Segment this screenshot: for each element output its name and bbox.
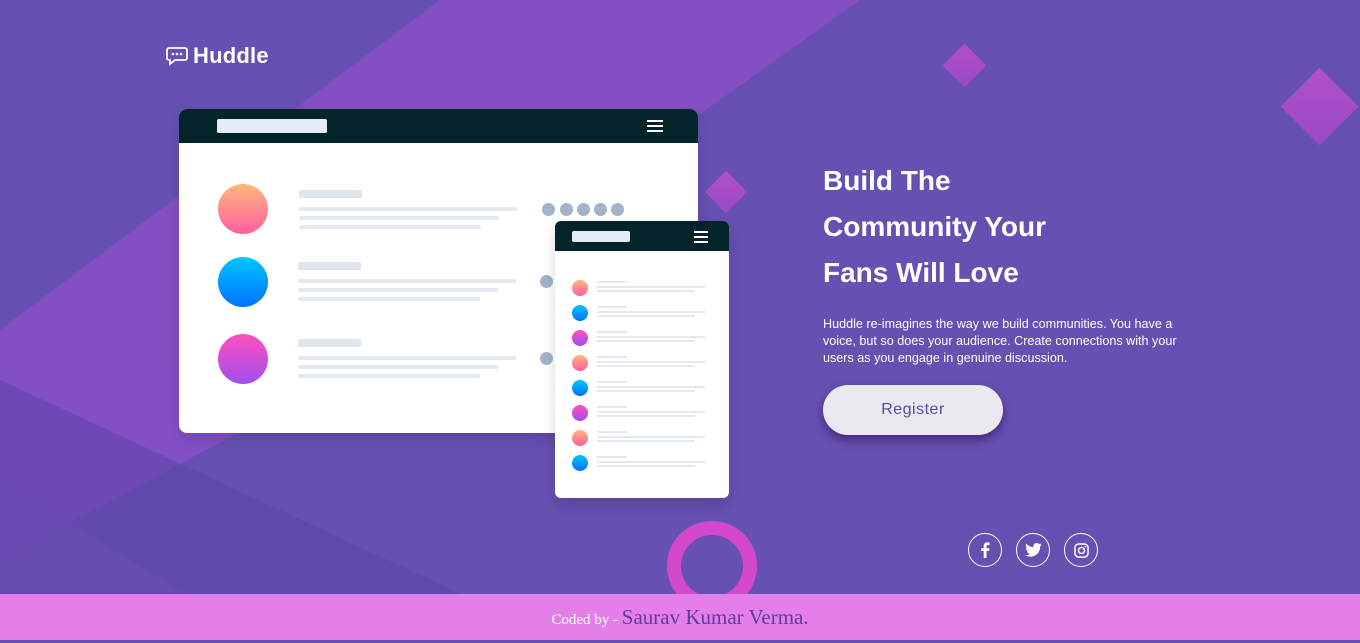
- mockup-avatar: [572, 330, 588, 346]
- mockup-header-bar: [179, 109, 698, 143]
- mockup-text-line: [597, 356, 627, 358]
- mockup-dot: [540, 352, 553, 365]
- mockup-dot: [540, 275, 553, 288]
- mockup-text-line: [298, 297, 480, 301]
- hero-description: Huddle re-imagines the way we build comm…: [823, 317, 1177, 365]
- mockup-text-line: [298, 279, 516, 283]
- mockup-avatar: [572, 455, 588, 471]
- mockup-avatar: [572, 430, 588, 446]
- mockup-avatar: [218, 184, 268, 234]
- mockup-text-line: [299, 225, 481, 229]
- mockup-text-line: [597, 411, 705, 413]
- mockup-header-bar: [555, 221, 729, 251]
- mockup-text-line: [299, 207, 517, 211]
- mockup-avatar: [572, 280, 588, 296]
- mockup-text-line: [597, 431, 627, 433]
- mockup-text-line: [597, 361, 705, 363]
- mockup-text-line: [299, 216, 499, 220]
- mockup-avatar: [572, 305, 588, 321]
- facebook-icon: [981, 542, 990, 558]
- logo-text: Huddle: [193, 43, 269, 68]
- instagram-link[interactable]: [1064, 533, 1098, 567]
- mockup-text-line: [597, 440, 695, 442]
- twitter-link[interactable]: [1016, 533, 1050, 567]
- mockup-dot: [577, 203, 590, 216]
- mockup-avatar: [572, 380, 588, 396]
- mockup-text-line: [298, 374, 480, 378]
- mockup-text-line: [597, 286, 705, 288]
- footer-attribution: Coded by - Saurav Kumar Verma.: [0, 594, 1360, 640]
- mockup-text-line: [299, 190, 362, 198]
- mockup-text-line: [597, 331, 627, 333]
- mockup-text-line: [597, 340, 695, 342]
- mockup-text-line: [298, 262, 361, 270]
- mobile-mockup-illustration: [555, 221, 729, 498]
- mockup-text-line: [597, 456, 627, 458]
- headline-line: Fans Will Love: [823, 257, 1019, 288]
- footer-prefix: Coded by -: [551, 612, 622, 628]
- mockup-text-line: [597, 336, 705, 338]
- hero-headline: Build The Community Your Fans Will Love: [823, 158, 1143, 296]
- mockup-text-line: [597, 281, 627, 283]
- mockup-text-line: [298, 288, 498, 292]
- mockup-avatar: [218, 334, 268, 384]
- mockup-title-placeholder: [572, 231, 630, 242]
- mockup-text-line: [298, 365, 498, 369]
- headline-line: Build The: [823, 165, 951, 196]
- register-button[interactable]: Register: [823, 385, 1003, 435]
- instagram-icon: [1073, 542, 1089, 558]
- mockup-text-line: [597, 365, 695, 367]
- mockup-text-line: [597, 381, 627, 383]
- mockup-text-line: [597, 390, 695, 392]
- chat-bubble-icon: [166, 47, 188, 66]
- mockup-text-line: [597, 461, 705, 463]
- mockup-text-line: [597, 386, 705, 388]
- mockup-text-line: [597, 406, 627, 408]
- mockup-dot: [611, 203, 624, 216]
- mockup-avatar: [572, 355, 588, 371]
- mockup-text-line: [597, 415, 695, 417]
- footer-author: Saurav Kumar Verma.: [621, 605, 809, 629]
- mockup-text-line: [597, 290, 695, 292]
- mockup-dot: [542, 203, 555, 216]
- brand-logo[interactable]: Huddle: [166, 43, 269, 69]
- mockup-text-line: [597, 436, 705, 438]
- headline-line: Community Your: [823, 211, 1046, 242]
- mockup-text-line: [597, 311, 705, 313]
- mockup-avatar: [218, 257, 268, 307]
- mockup-dot: [594, 203, 607, 216]
- mockup-text-line: [298, 339, 361, 347]
- hamburger-icon: [694, 231, 708, 246]
- mockup-dot: [560, 203, 573, 216]
- twitter-icon: [1024, 543, 1042, 557]
- mockup-text-line: [597, 306, 627, 308]
- facebook-link[interactable]: [968, 533, 1002, 567]
- mockup-title-placeholder: [217, 119, 327, 133]
- mockup-text-line: [597, 465, 695, 467]
- hamburger-icon: [647, 120, 663, 135]
- mockup-text-line: [298, 356, 516, 360]
- mockup-avatar: [572, 405, 588, 421]
- mockup-text-line: [597, 315, 695, 317]
